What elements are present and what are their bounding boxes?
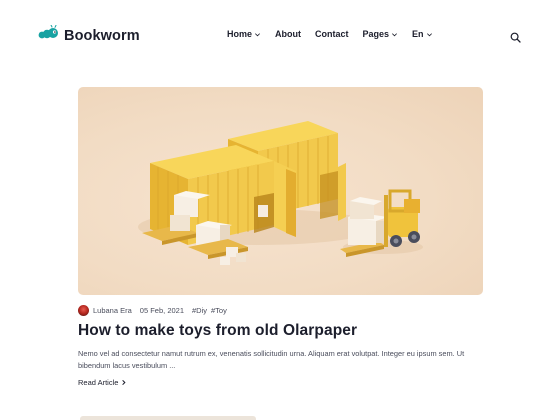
nav-item-about[interactable]: About	[275, 29, 301, 39]
site-logo[interactable]: Bookworm	[38, 24, 140, 46]
site-header: Bookworm Home About Contact Pages En	[0, 0, 560, 70]
nav-item-label: En	[412, 29, 424, 39]
search-icon	[510, 32, 521, 43]
search-button[interactable]	[510, 30, 521, 43]
nav-item-pages[interactable]: Pages	[363, 29, 399, 39]
post-meta: Lubana Era 05 Feb, 2021 #Diy #Toy	[78, 305, 227, 316]
tag-link[interactable]: #Diy	[192, 306, 207, 315]
post-date: 05 Feb, 2021	[139, 306, 184, 315]
excerpt-line: Nemo vel ad consectetur namut rutrum ex,…	[78, 349, 465, 358]
post-author[interactable]: Lubana Era	[78, 305, 132, 316]
read-article-link[interactable]: Read Article	[78, 378, 127, 387]
excerpt-line: bibendum lacus vestibulum ...	[78, 361, 176, 370]
page: Bookworm Home About Contact Pages En Lub…	[0, 0, 560, 420]
nav-item-label: Pages	[362, 29, 390, 39]
nav-item-label: Contact	[315, 29, 349, 39]
nav-item-label: About	[275, 29, 302, 39]
nav-item-label: Home	[227, 29, 253, 39]
nav-item-language[interactable]: En	[412, 29, 433, 39]
post-featured-image[interactable]	[78, 87, 483, 295]
chevron-down-icon	[255, 32, 261, 36]
bookworm-logo-icon	[38, 24, 60, 46]
nav-item-home[interactable]: Home	[227, 29, 261, 39]
chevron-down-icon	[392, 32, 398, 36]
nav-item-contact[interactable]: Contact	[315, 29, 349, 39]
post-title[interactable]: How to make toys from old Olarpaper	[78, 322, 498, 340]
avatar	[78, 305, 89, 316]
post-tags: #Diy #Toy	[192, 306, 227, 315]
read-article-label: Read Article	[78, 378, 119, 387]
post-excerpt: Nemo vel ad consectetur namut rutrum ex,…	[78, 348, 490, 372]
chevron-right-icon	[122, 379, 126, 386]
main-nav: Home About Contact Pages En	[227, 29, 433, 39]
chevron-down-icon	[426, 32, 432, 36]
shipping-containers-illustration	[138, 121, 423, 265]
author-name: Lubana Era	[93, 306, 132, 315]
brand-name: Bookworm	[64, 27, 140, 44]
next-post-card[interactable]	[80, 416, 256, 420]
tag-link[interactable]: #Toy	[211, 306, 227, 315]
